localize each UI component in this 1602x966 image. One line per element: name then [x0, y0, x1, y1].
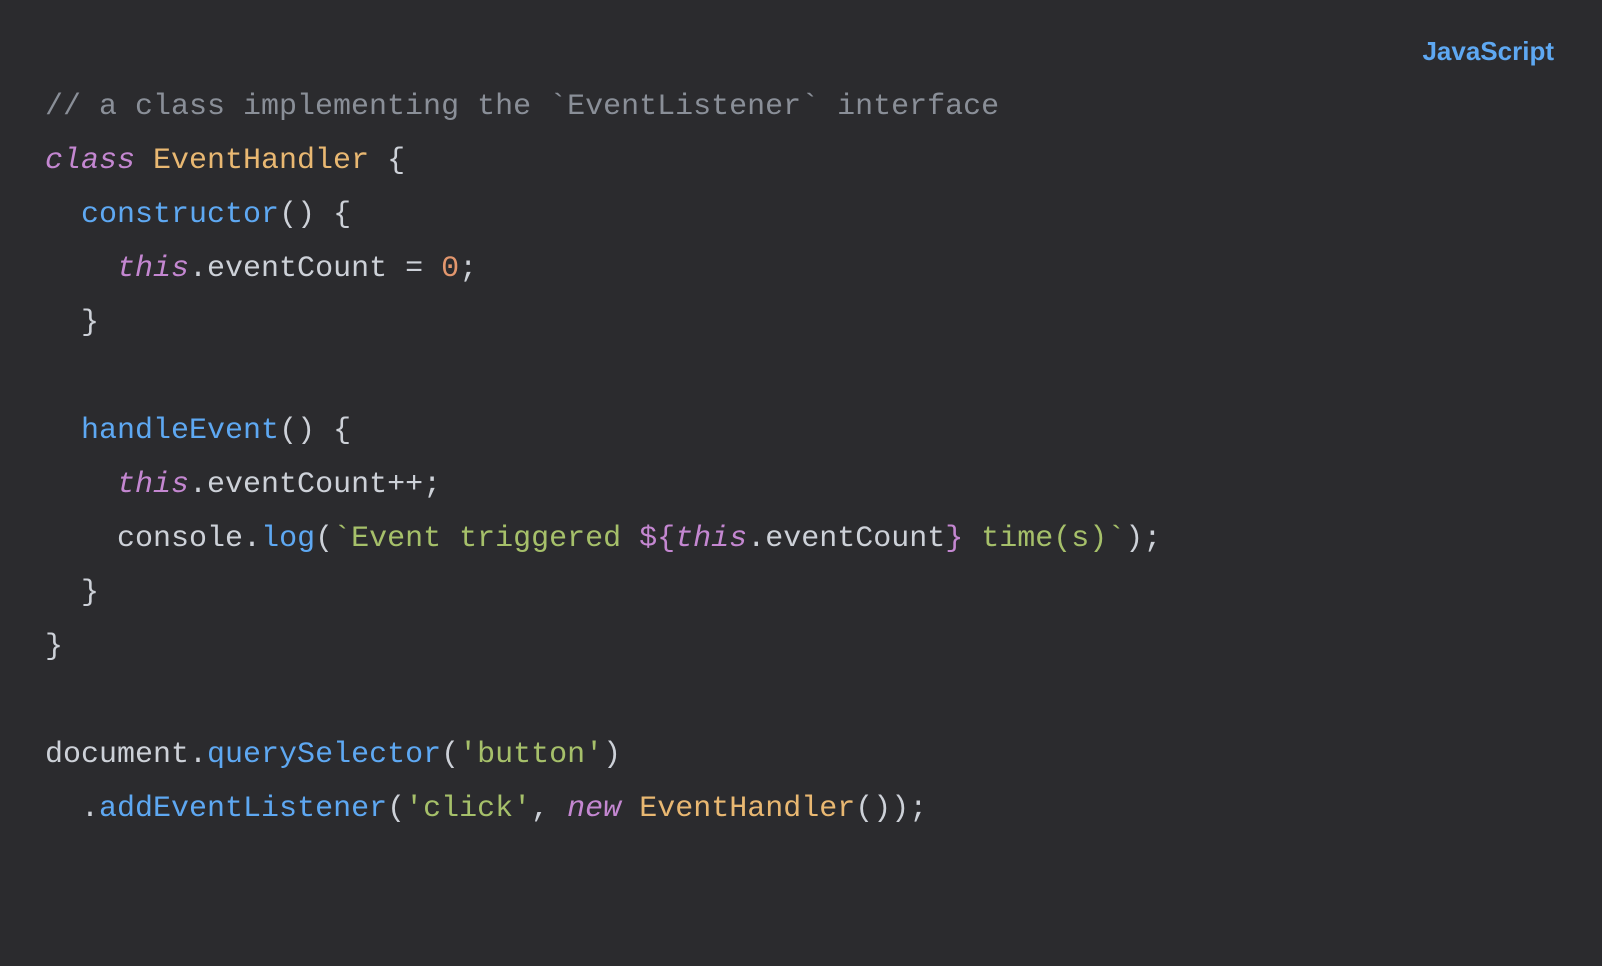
keyword-new: new — [567, 792, 621, 826]
backtick: ` — [1107, 522, 1125, 556]
number-literal: 0 — [441, 252, 459, 286]
code-line-blank — [45, 350, 1557, 404]
quote: ' — [513, 792, 531, 826]
keyword-this: this — [675, 522, 747, 556]
operator: = — [387, 252, 441, 286]
property: eventCount — [207, 252, 387, 286]
template-open: ${ — [639, 522, 675, 556]
code-line: // a class implementing the `EventListen… — [45, 80, 1557, 134]
class-name: EventHandler — [153, 144, 369, 178]
brace: } — [45, 630, 63, 664]
paren: ( — [441, 738, 459, 772]
brace: { — [315, 414, 351, 448]
parens: () — [279, 198, 315, 232]
quote: ' — [405, 792, 423, 826]
brace: } — [81, 576, 99, 610]
dot: . — [189, 252, 207, 286]
dot: . — [747, 522, 765, 556]
brace: } — [81, 306, 99, 340]
method-call: querySelector — [207, 738, 441, 772]
code-line: class EventHandler { — [45, 134, 1557, 188]
quote: ' — [459, 738, 477, 772]
language-label: JavaScript — [1422, 28, 1554, 75]
quote: ' — [585, 738, 603, 772]
code-line: this.eventCount++; — [45, 458, 1557, 512]
semicolon: ; — [459, 252, 477, 286]
constructor-name: constructor — [81, 198, 279, 232]
method-call: log — [261, 522, 315, 556]
code-block: // a class implementing the `EventListen… — [0, 0, 1602, 881]
method-name: handleEvent — [81, 414, 279, 448]
keyword-this: this — [117, 252, 189, 286]
brace: { — [369, 144, 405, 178]
code-line: document.querySelector('button') — [45, 728, 1557, 782]
comma: , — [531, 792, 567, 826]
dot: . — [189, 468, 207, 502]
dot: . — [81, 792, 99, 826]
string-literal: button — [477, 738, 585, 772]
identifier: console — [117, 522, 243, 556]
code-line: handleEvent() { — [45, 404, 1557, 458]
paren: ) — [1125, 522, 1143, 556]
code-comment: // a class implementing the `EventListen… — [45, 90, 999, 124]
backtick: ` — [333, 522, 351, 556]
paren: ) — [603, 738, 621, 772]
keyword-this: this — [117, 468, 189, 502]
identifier: document — [45, 738, 189, 772]
template-close: } — [945, 522, 963, 556]
code-line: this.eventCount = 0; — [45, 242, 1557, 296]
paren: ( — [387, 792, 405, 826]
property: eventCount — [207, 468, 387, 502]
property: eventCount — [765, 522, 945, 556]
parens: () — [279, 414, 315, 448]
paren: ( — [315, 522, 333, 556]
code-line-blank — [45, 674, 1557, 728]
dot: . — [243, 522, 261, 556]
paren: ) — [891, 792, 909, 826]
keyword-class: class — [45, 144, 135, 178]
brace: { — [315, 198, 351, 232]
class-name: EventHandler — [639, 792, 855, 826]
dot: . — [189, 738, 207, 772]
operator: ++ — [387, 468, 423, 502]
semicolon: ; — [423, 468, 441, 502]
string-literal: Event triggered — [351, 522, 639, 556]
parens: () — [855, 792, 891, 826]
code-line: constructor() { — [45, 188, 1557, 242]
string-literal: time(s) — [963, 522, 1107, 556]
code-line: } — [45, 620, 1557, 674]
string-literal: click — [423, 792, 513, 826]
semicolon: ; — [909, 792, 927, 826]
method-call: addEventListener — [99, 792, 387, 826]
code-line: } — [45, 566, 1557, 620]
semicolon: ; — [1143, 522, 1161, 556]
code-line: console.log(`Event triggered ${this.even… — [45, 512, 1557, 566]
code-line: .addEventListener('click', new EventHand… — [45, 782, 1557, 836]
code-line: } — [45, 296, 1557, 350]
